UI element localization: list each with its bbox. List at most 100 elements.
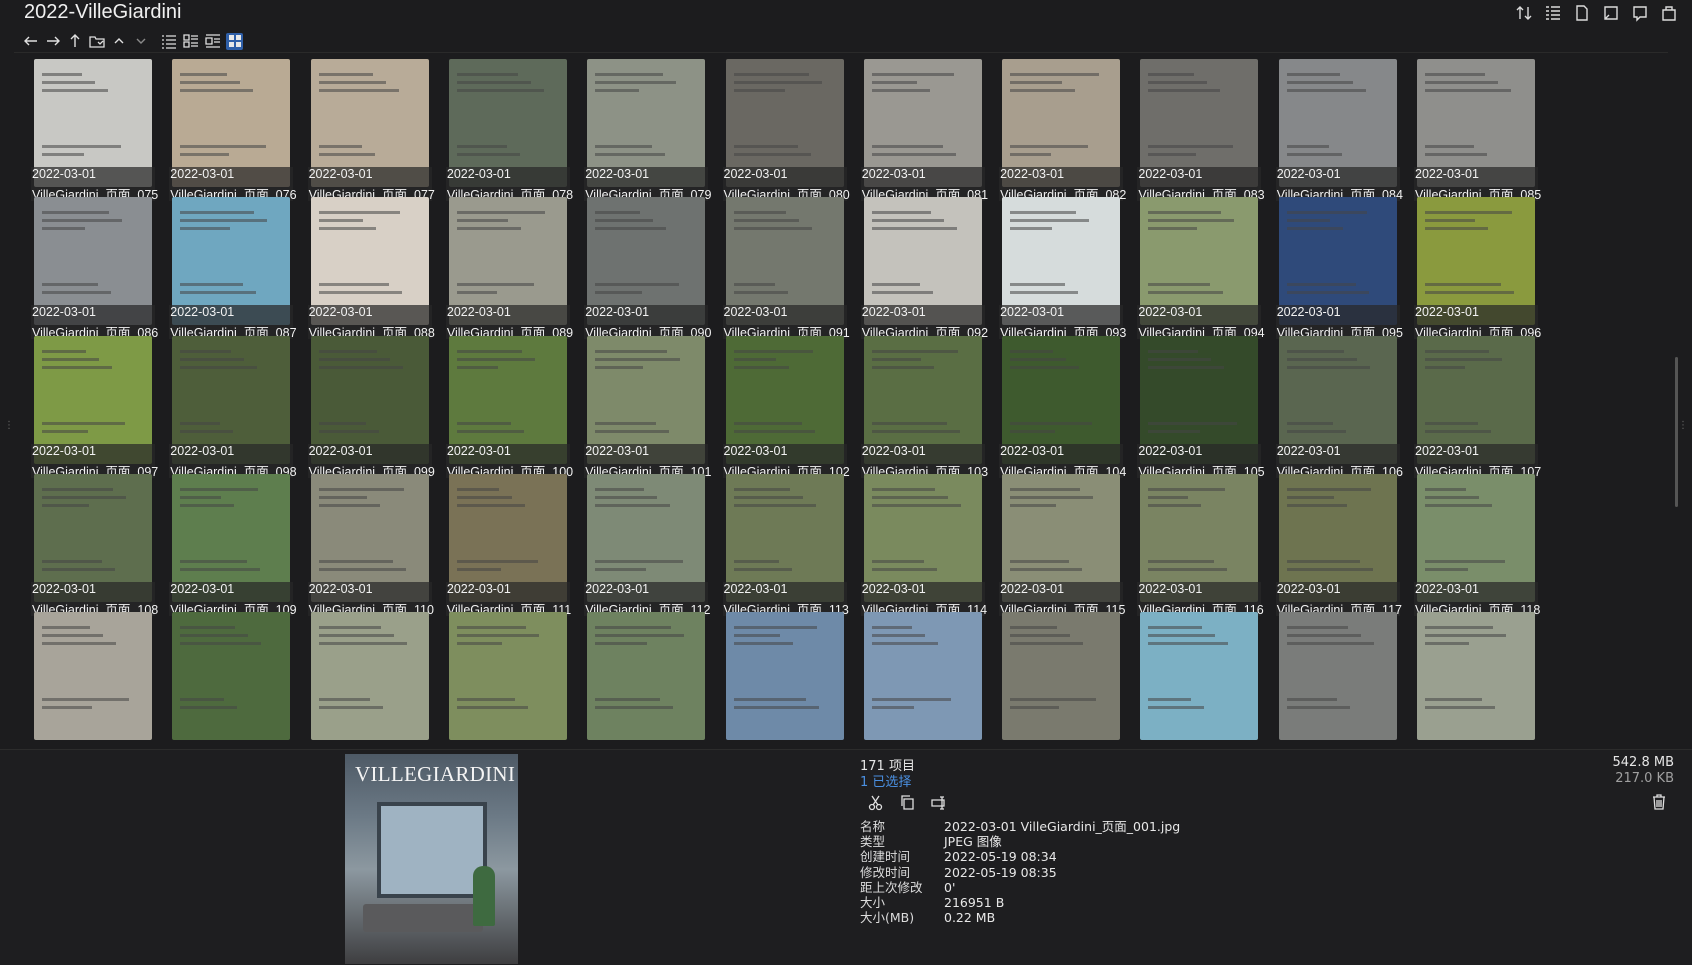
thumbnail-item[interactable]: [702, 606, 850, 748]
thumbnail-item[interactable]: 2022-03-01 VilleGiardini_页面_078: [425, 53, 573, 202]
forward-arrow-icon[interactable]: [44, 33, 61, 50]
back-arrow-icon[interactable]: [22, 33, 39, 50]
copy-icon[interactable]: [898, 793, 916, 811]
thumbnail-item[interactable]: 2022-03-01 VilleGiardini_页面_084: [1255, 53, 1403, 202]
thumbnail-item[interactable]: 2022-03-01 VilleGiardini_页面_097: [14, 330, 158, 479]
thumbnail-text-line: [318, 291, 402, 295]
tiles-view-icon[interactable]: [204, 33, 221, 50]
thumbnail-text-line: [1425, 429, 1491, 433]
thumbnail-item[interactable]: [563, 606, 711, 748]
thumbnail-item[interactable]: 2022-03-01 VilleGiardini_页面_075: [14, 53, 158, 202]
thumbnail-item[interactable]: 2022-03-01 VilleGiardini_页面_103: [840, 330, 988, 479]
thumbnail-item[interactable]: 2022-03-01 VilleGiardini_页面_086: [14, 191, 158, 340]
thumbnail-item[interactable]: 2022-03-01 VilleGiardini_页面_094: [1116, 191, 1265, 340]
thumbnail-text-line: [1010, 219, 1090, 223]
details-view-icon[interactable]: [182, 33, 199, 50]
thumbnail-item[interactable]: [840, 606, 988, 748]
thumbnail-item[interactable]: 2022-03-01 VilleGiardini_页面_112: [563, 468, 711, 617]
thumbnail-text-line: [595, 81, 677, 84]
sort-icon[interactable]: [1515, 4, 1533, 22]
thumbnail-grid[interactable]: 2022-03-01 VilleGiardini_页面_075 2022-03-01…: [14, 52, 1668, 748]
thumbnail-date: 2022-03-01: [723, 443, 788, 458]
thumbnail-date: 2022-03-01: [1138, 305, 1203, 320]
thumbnail-item[interactable]: 2022-03-01 VilleGiardini_页面_107: [1393, 330, 1541, 479]
thumbnail-item[interactable]: 2022-03-01 VilleGiardini_页面_113: [702, 468, 850, 617]
thumbnail-item[interactable]: 2022-03-01 VilleGiardini_页面_083: [1116, 53, 1265, 202]
thumbnail-text-line: [1286, 706, 1350, 710]
list-view-icon[interactable]: [160, 33, 177, 50]
thumbnail-item[interactable]: 2022-03-01 VilleGiardini_页面_115: [978, 468, 1126, 617]
thumbnail-item[interactable]: 2022-03-01 VilleGiardini_页面_095: [1255, 191, 1403, 340]
thumbnail-item[interactable]: 2022-03-01 VilleGiardini_页面_080: [702, 53, 850, 202]
thumbnail-text-line: [595, 283, 680, 287]
scrollbar-thumb[interactable]: [1675, 357, 1678, 507]
thumbnail-item[interactable]: 2022-03-01 VilleGiardini_页面_117: [1255, 468, 1403, 617]
thumbnail-item[interactable]: [14, 606, 158, 748]
vertical-scrollbar[interactable]: [1670, 52, 1684, 746]
thumbnails-view-icon[interactable]: [226, 32, 243, 50]
thumbnail-text-line: [318, 81, 386, 84]
thumbnail-item[interactable]: 2022-03-01 VilleGiardini_页面_099: [287, 330, 435, 479]
chevron-down-icon[interactable]: [132, 33, 149, 50]
thumbnail-item[interactable]: 2022-03-01 VilleGiardini_页面_093: [978, 191, 1126, 340]
thumbnail-item[interactable]: 2022-03-01 VilleGiardini_页面_081: [840, 53, 988, 202]
thumbnail-item[interactable]: 2022-03-01 VilleGiardini_页面_096: [1393, 191, 1541, 340]
cut-icon[interactable]: [866, 793, 884, 811]
thumbnail-text-line: [180, 421, 221, 425]
thumbnail-item[interactable]: 2022-03-01 VilleGiardini_页面_118: [1393, 468, 1541, 617]
thumbnail-item[interactable]: [287, 606, 435, 748]
left-resize-handle[interactable]: ⋮: [4, 420, 14, 431]
thumbnail-item[interactable]: 2022-03-01 VilleGiardini_页面_114: [840, 468, 988, 617]
thumbnail-text-line: [1010, 81, 1063, 84]
folder-icon[interactable]: [88, 33, 105, 50]
thumbnail-item[interactable]: 2022-03-01 VilleGiardini_页面_085: [1393, 53, 1541, 202]
panel-icon[interactable]: [1602, 4, 1620, 22]
preview-pane-icon[interactable]: [1631, 4, 1649, 22]
thumbnail-item[interactable]: [1393, 606, 1541, 748]
thumbnail-text-line: [180, 81, 241, 84]
thumbnail-item[interactable]: [1116, 606, 1264, 748]
thumbnail-text-line: [595, 357, 681, 361]
thumbnail-item[interactable]: [978, 606, 1126, 748]
thumbnail-item[interactable]: 2022-03-01 VilleGiardini_页面_110: [287, 468, 435, 617]
thumbnail-item[interactable]: 2022-03-01 VilleGiardini_页面_088: [287, 191, 435, 340]
trash-icon[interactable]: [1650, 793, 1668, 811]
thumbnail-item[interactable]: 2022-03-01 VilleGiardini_页面_108: [14, 468, 158, 617]
up-arrow-icon[interactable]: [66, 33, 83, 50]
thumbnail-image: [725, 612, 844, 741]
thumbnail-date: 2022-03-01: [1415, 167, 1479, 181]
thumbnail-item[interactable]: 2022-03-01 VilleGiardini_页面_091: [702, 191, 850, 340]
thumbnail-item[interactable]: 2022-03-01 VilleGiardini_页面_106: [1255, 330, 1403, 479]
thumbnail-item[interactable]: 2022-03-01 VilleGiardini_页面_102: [702, 330, 850, 479]
thumbnail-text-line: [1286, 283, 1356, 287]
thumbnail-item[interactable]: 2022-03-01 VilleGiardini_页面_076: [148, 53, 297, 202]
page-icon[interactable]: [1573, 4, 1591, 22]
thumbnail-item[interactable]: 2022-03-01 VilleGiardini_页面_109: [148, 468, 297, 617]
rename-icon[interactable]: [930, 793, 948, 811]
thumbnail-item[interactable]: 2022-03-01 VilleGiardini_页面_087: [148, 191, 297, 340]
thumbnail-item[interactable]: 2022-03-01 VilleGiardini_页面_092: [840, 191, 988, 340]
thumbnail-item[interactable]: 2022-03-01 VilleGiardini_页面_100: [425, 330, 573, 479]
thumbnail-text-line: [1286, 559, 1360, 563]
thumbnail-item[interactable]: 2022-03-01 VilleGiardini_页面_079: [563, 53, 711, 202]
thumbnail-text-line: [180, 73, 228, 76]
thumbnail-item[interactable]: 2022-03-01 VilleGiardini_页面_111: [425, 468, 573, 617]
thumbnail-item[interactable]: [148, 606, 296, 748]
thumbnail-item[interactable]: 2022-03-01 VilleGiardini_页面_090: [563, 191, 711, 340]
thumbnail-item[interactable]: [425, 606, 573, 748]
thumbnail-item[interactable]: [1255, 606, 1403, 748]
thumbnail-item[interactable]: 2022-03-01 VilleGiardini_页面_089: [425, 191, 573, 340]
thumbnail-item[interactable]: 2022-03-01 VilleGiardini_页面_077: [287, 53, 435, 202]
details-list-icon[interactable]: [1544, 4, 1562, 22]
thumbnail-item[interactable]: 2022-03-01 VilleGiardini_页面_101: [563, 330, 711, 479]
chevron-up-icon[interactable]: [110, 33, 127, 50]
thumbnail-item[interactable]: 2022-03-01 VilleGiardini_页面_104: [978, 330, 1126, 479]
bag-icon[interactable]: [1660, 4, 1678, 22]
thumbnail-item[interactable]: 2022-03-01 VilleGiardini_页面_116: [1116, 468, 1264, 617]
thumbnail-item[interactable]: 2022-03-01 VilleGiardini_页面_082: [978, 53, 1126, 202]
property-row: 修改时间 2022-05-19 08:35: [860, 865, 1180, 880]
thumbnail-text-line: [42, 429, 88, 433]
thumbnail-item[interactable]: 2022-03-01 VilleGiardini_页面_105: [1116, 330, 1265, 479]
property-key: 大小(MB): [860, 910, 915, 926]
thumbnail-item[interactable]: 2022-03-01 VilleGiardini_页面_098: [148, 330, 297, 479]
